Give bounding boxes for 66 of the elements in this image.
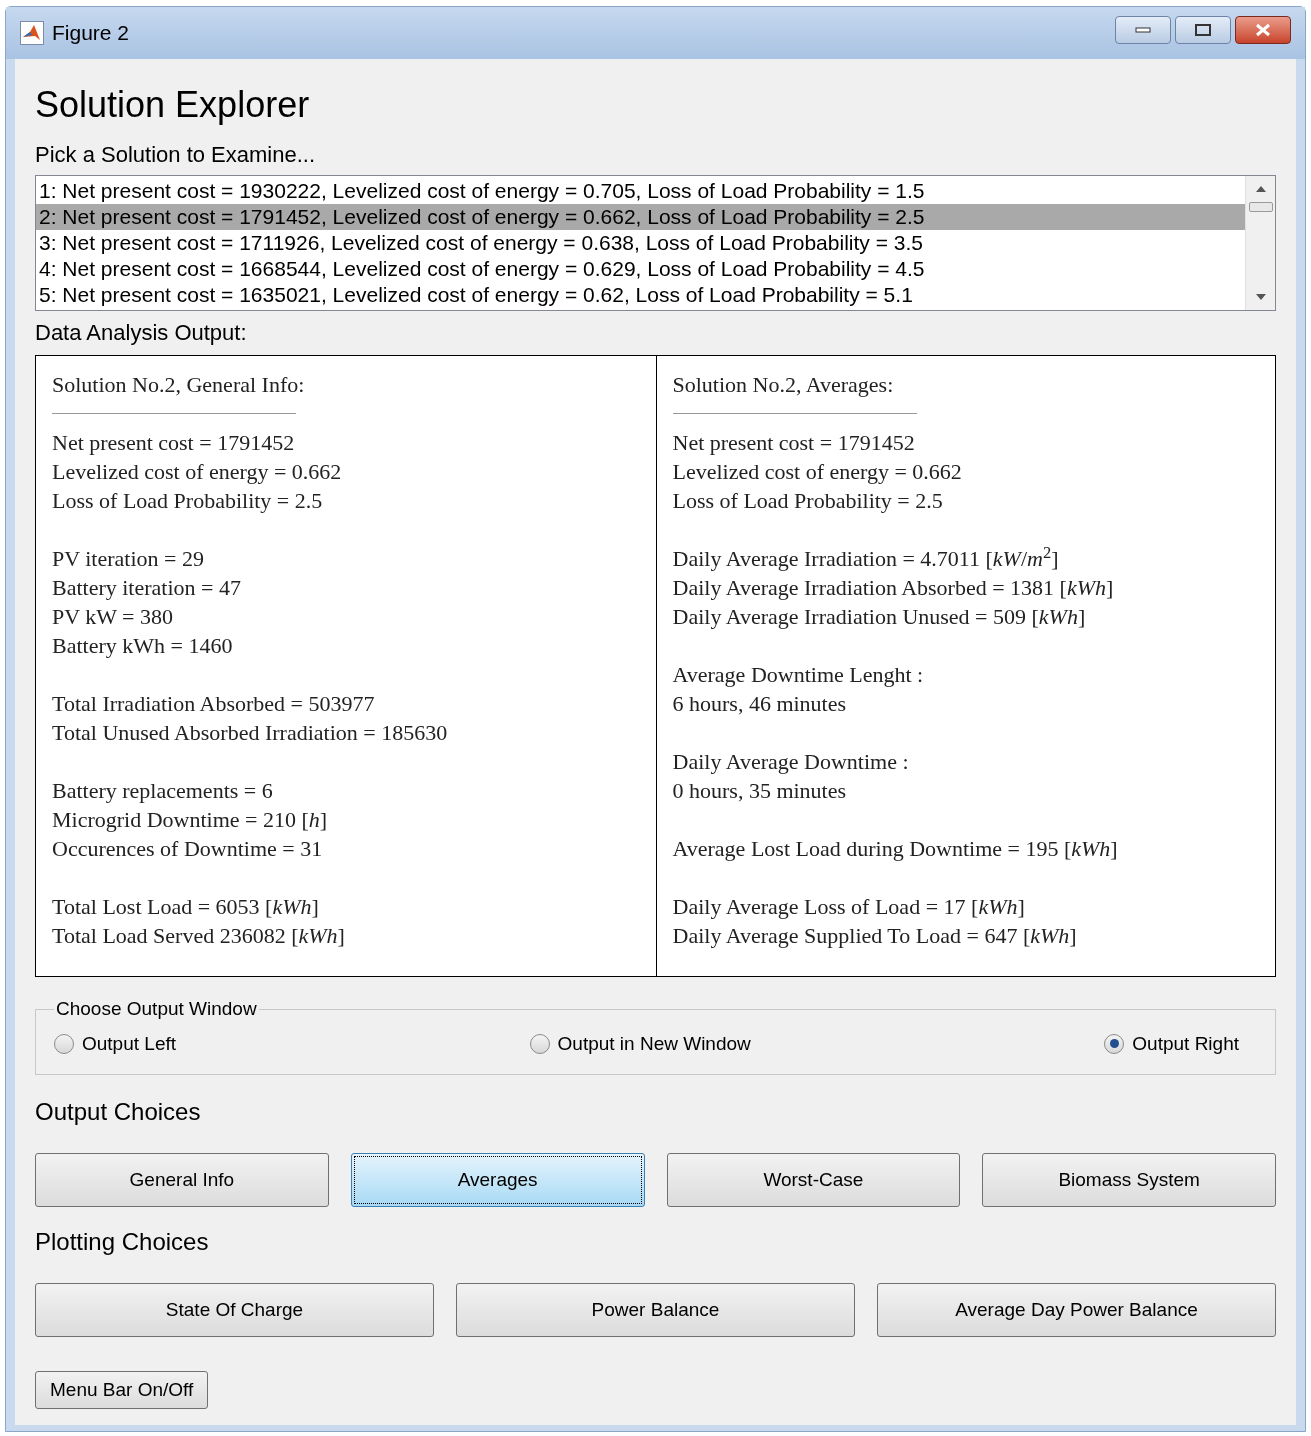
info-line: Average Downtime Lenght :: [672, 661, 924, 689]
info-line: Daily Average Irradiation Absorbed = 1381 [kWh]: [672, 574, 1114, 602]
solution-list-item[interactable]: 2: Net present cost = 1791452, Levelized cost of energy = 0.662, Loss of Load Probability = 2.5: [36, 204, 1245, 230]
maximize-button[interactable]: [1175, 16, 1231, 44]
panel-title: Solution No.2, General Info:: [52, 371, 306, 399]
radio-label[interactable]: Output in New Window: [557, 1029, 751, 1058]
info-line: PV kW = 380: [52, 603, 173, 631]
info-line: Average Lost Load during Downtime = 195 [kWh]: [672, 835, 1118, 863]
radio-button[interactable]: [529, 1033, 550, 1054]
plot-button[interactable]: Average Day Power Balance: [877, 1283, 1276, 1337]
app-logo-icon: [20, 21, 44, 45]
scroll-down-icon[interactable]: [1255, 294, 1266, 300]
info-line: PV iteration = 29: [52, 545, 204, 573]
radio-label[interactable]: Output Left: [82, 1029, 176, 1058]
info-line: Occurences of Downtime = 31: [52, 835, 323, 863]
radio-label[interactable]: Output Right: [1132, 1029, 1239, 1058]
group-legend: Choose Output Window: [54, 995, 259, 1024]
solution-list-item[interactable]: 3: Net present cost = 1711926, Levelized cost of energy = 0.638, Loss of Load Probability = 3.5: [36, 230, 1245, 256]
output-choice-button[interactable]: Averages: [350, 1153, 645, 1207]
info-line: Daily Average Irradiation = 4.7011 [kW/m$^{2}$]: [672, 544, 1059, 573]
solution-list-item[interactable]: 4: Net present cost = 1668544, Levelized cost of energy = 0.629, Loss of Load Probability = 4.5: [36, 256, 1245, 282]
radio-button[interactable]: [1104, 1033, 1125, 1054]
info-line: Net present cost = 1791452: [52, 429, 295, 457]
plot-button[interactable]: State Of Charge: [35, 1283, 434, 1337]
info-line: Daily Average Supplied To Load = 647 [kWh]: [672, 922, 1077, 950]
info-line: Total Lost Load = 6053 [kWh]: [52, 893, 319, 921]
section-label: Output Choices: [35, 1097, 201, 1127]
solution-list-item[interactable]: 5: Net present cost = 1635021, Levelized cost of energy = 0.62, Loss of Load Probability = 5.1: [36, 282, 1245, 308]
maximize-icon: [1195, 24, 1211, 36]
info-line: Daily Average Loss of Load = 17 [kWh]: [672, 893, 1025, 921]
output-choice-button[interactable]: Worst-Case: [666, 1153, 961, 1207]
section-label: Pick a Solution to Examine...: [35, 141, 316, 169]
close-icon: [1255, 23, 1271, 37]
section-label: Plotting Choices: [35, 1227, 209, 1257]
scroll-thumb[interactable]: [1248, 202, 1273, 212]
info-line: Levelized cost of energy = 0.662: [672, 458, 962, 486]
scrollbar[interactable]: [1245, 176, 1275, 310]
panel-title: Solution No.2, Averages:: [672, 371, 895, 399]
radio-button[interactable]: [54, 1033, 74, 1054]
solution-list-item[interactable]: 1: Net present cost = 1930222, Levelized cost of energy = 0.705, Loss of Load Probability = 1.5: [36, 178, 1245, 204]
info-line: Microgrid Downtime = 210 [h]: [52, 806, 328, 834]
info-line: Loss of Load Probability = 2.5: [672, 487, 943, 515]
plot-button[interactable]: Power Balance: [456, 1283, 855, 1337]
output-choice-button[interactable]: General Info: [35, 1153, 329, 1207]
info-line: Battery kWh = 1460: [52, 632, 233, 660]
info-line: 6 hours, 46 minutes: [672, 690, 847, 718]
info-line: Daily Average Downtime :: [672, 748, 909, 776]
info-line: 0 hours, 35 minutes: [672, 777, 847, 805]
page-heading: Solution Explorer: [35, 83, 310, 127]
output-choice-button[interactable]: Biomass System: [982, 1153, 1276, 1207]
minimize-icon: [1135, 27, 1151, 33]
section-label: Data Analysis Output:: [35, 319, 247, 347]
scroll-up-icon[interactable]: [1255, 186, 1266, 192]
info-line: Levelized cost of energy = 0.662: [52, 458, 342, 486]
window-title: Figure 2: [52, 20, 130, 47]
info-line: Net present cost = 1791452: [672, 429, 915, 457]
info-line: Total Unused Absorbed Irradiation = 185630: [52, 719, 448, 747]
menu-bar-toggle-button[interactable]: Menu Bar On/Off: [35, 1371, 209, 1409]
info-line: Total Load Served 236082 [kWh]: [52, 922, 345, 950]
info-line: Daily Average Irradiation Unused = 509 [kWh]: [672, 603, 1086, 631]
info-line: Loss of Load Probability = 2.5: [52, 487, 323, 515]
close-button[interactable]: [1235, 16, 1291, 44]
info-line: Total Irradiation Absorbed = 503977: [52, 690, 375, 718]
info-line: Battery iteration = 47: [52, 574, 241, 602]
info-line: Battery replacements = 6: [52, 777, 273, 805]
solution-list[interactable]: [35, 175, 1276, 311]
